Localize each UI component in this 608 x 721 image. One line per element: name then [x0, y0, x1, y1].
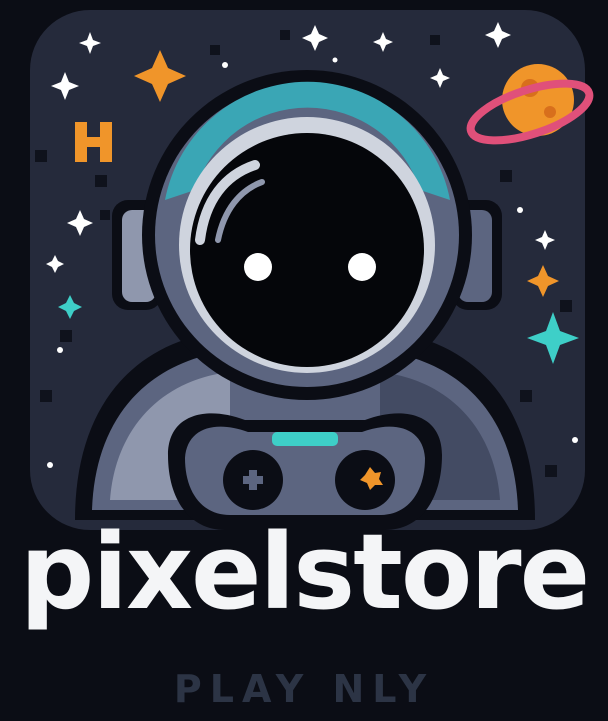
brand-tagline: PLAY NLY [173, 667, 435, 711]
brand-title: pixelstore [19, 511, 590, 633]
